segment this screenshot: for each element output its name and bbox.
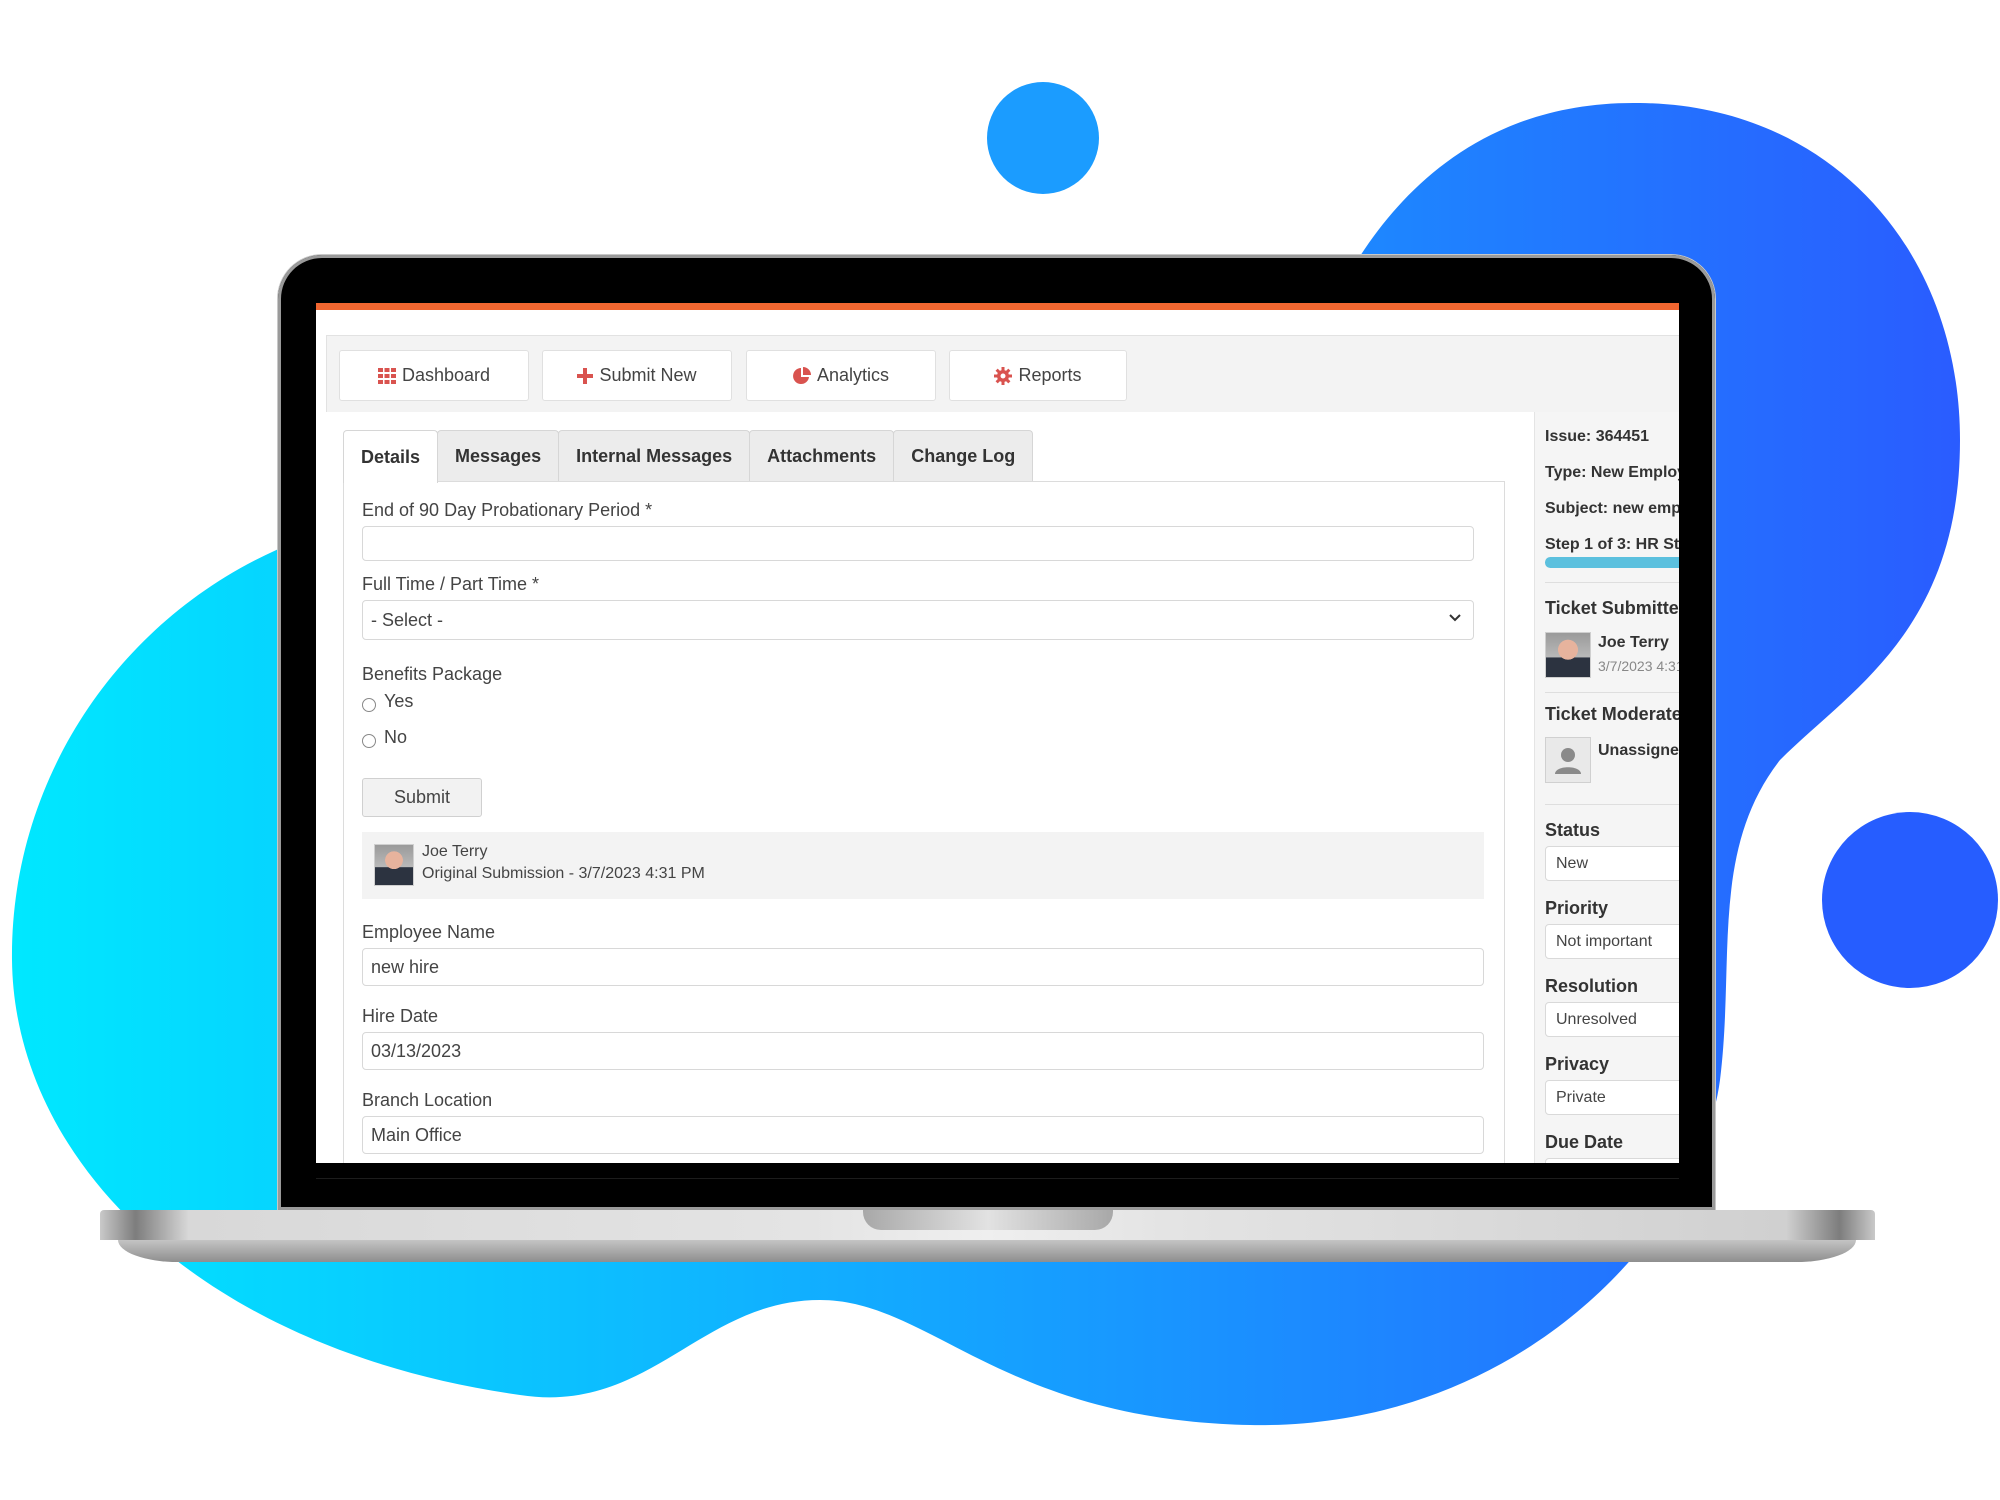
user-icon [1555,748,1581,774]
laptop-notch [863,1210,1113,1230]
privacy-select[interactable]: Private [1545,1080,1679,1115]
tab-internal-messages[interactable]: Internal Messages [558,430,751,481]
radio-circle-icon [362,698,376,712]
divider [1545,582,1679,583]
employment-type-value: - Select - [371,609,444,630]
benefits-no-label: No [384,726,408,747]
benefits-label: Benefits Package [362,664,503,684]
resolution-label: Resolution [1545,976,1638,996]
bezel-divider [316,1178,1679,1179]
tab-change-log[interactable]: Change Log [893,430,1034,481]
details-panel: End of 90 Day Probationary Period * Full… [343,481,1505,1163]
tab-bar: Details Messages Internal Messages Attac… [343,430,1034,483]
step-label: Step 1 of 3: HR Step [1545,536,1679,553]
due-date-field[interactable]: 3/16/2023 5:31 PM [1545,1158,1679,1163]
app-screen: Dashboard Submit New Analytics Reports D… [316,303,1679,1163]
analytics-label: Analytics [816,365,890,385]
status-select[interactable]: New [1545,846,1679,881]
dashboard-label: Dashboard [401,365,491,385]
ticket-moderated-heading: Ticket Moderated [1545,704,1679,724]
status-label: Status [1545,820,1601,840]
ticket-type: Type: New Employee [1545,464,1679,481]
employment-type-select[interactable]: - Select - [362,600,1474,640]
employee-name-field[interactable]: new hire [362,948,1484,986]
submitted-date: 3/7/2023 4:31 PM [1598,658,1679,674]
benefits-no-radio[interactable]: No [362,726,407,748]
submitter-name: Joe Terry [1598,634,1669,651]
tab-details[interactable]: Details [343,430,439,483]
laptop-base-lip [118,1240,1856,1262]
priority-label: Priority [1545,898,1609,918]
tab-messages[interactable]: Messages [437,430,560,481]
dashboard-button[interactable]: Dashboard [339,350,529,401]
avatar [374,844,414,886]
benefits-yes-radio[interactable]: Yes [362,690,413,712]
hire-date-field[interactable]: 03/13/2023 [362,1032,1484,1070]
branch-location-label: Branch Location [362,1090,493,1110]
top-nav: Dashboard Submit New Analytics Reports [326,335,1679,414]
benefits-yes-label: Yes [384,690,414,711]
pie-chart-icon [793,366,811,385]
submission-info: Joe Terry Original Submission - 3/7/2023… [362,832,1484,899]
moderator-avatar [1545,737,1591,783]
gear-icon [994,366,1013,385]
main-content: Details Messages Internal Messages Attac… [326,412,1535,1163]
due-date-label: Due Date [1545,1132,1624,1152]
radio-circle-icon [362,734,376,748]
accent-bar [316,303,1679,310]
ticket-subject: Subject: new employee [1545,500,1679,517]
resolution-select[interactable]: Unresolved [1545,1002,1679,1037]
chevron-down-icon [1449,610,1461,626]
branch-location-field[interactable]: Main Office [362,1116,1484,1154]
moderator-name: Unassigned [1598,742,1679,759]
issue-number: Issue: 364451 [1545,428,1650,445]
probation-input[interactable] [362,526,1474,561]
priority-select[interactable]: Not important [1545,924,1679,959]
plus-icon [577,367,594,384]
submission-meta: Original Submission - 3/7/2023 4:31 PM [422,865,705,882]
grid-icon [377,367,396,384]
divider [1545,692,1679,693]
analytics-button[interactable]: Analytics [746,350,936,401]
hire-date-label: Hire Date [362,1006,439,1026]
submitter-avatar [1545,632,1591,678]
top-circle [987,82,1099,194]
submit-button[interactable]: Submit [362,778,482,817]
employee-name-label: Employee Name [362,922,496,942]
privacy-label: Privacy [1545,1054,1610,1074]
right-circle [1822,812,1998,988]
employment-type-label: Full Time / Part Time * [362,574,540,594]
ticket-submitted-heading: Ticket Submitted [1545,598,1679,618]
step-progress-fill [1545,557,1679,568]
ticket-sidebar: Issue: 364451 Type: New Employee Subject… [1535,412,1679,1163]
submission-author: Joe Terry [422,843,488,860]
tab-attachments[interactable]: Attachments [749,430,895,481]
step-progress-bar [1545,557,1679,568]
submit-new-label: Submit New [599,365,697,385]
submit-new-button[interactable]: Submit New [542,350,732,401]
reports-label: Reports [1018,365,1082,385]
probation-label: End of 90 Day Probationary Period * [362,500,653,520]
reports-button[interactable]: Reports [949,350,1127,401]
divider [1545,804,1679,805]
